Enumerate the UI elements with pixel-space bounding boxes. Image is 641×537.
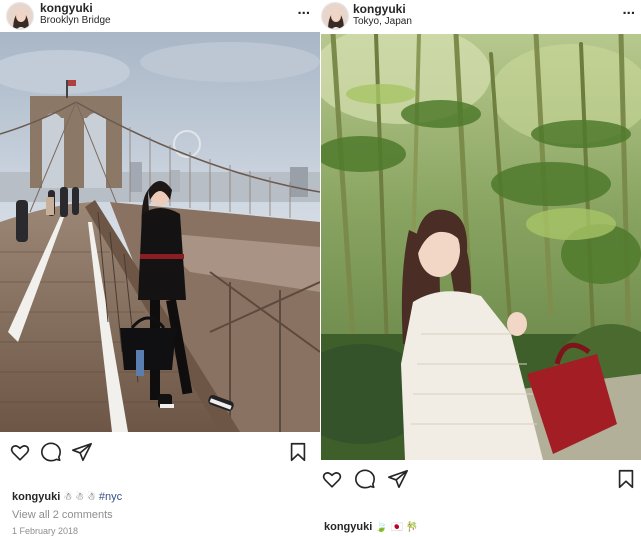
hashtag-link[interactable]: #nyc (99, 491, 122, 503)
location-link[interactable]: Tokyo, Japan (353, 16, 412, 27)
post-card: kongyuki Tokyo, Japan ... kongyuki 🍃 🇯🇵 … (321, 0, 641, 537)
caption: kongyuki ☃ ☃ ☃ #nyc (12, 491, 122, 503)
more-options-icon[interactable]: ... (622, 1, 635, 18)
caption: kongyuki 🍃 🇯🇵 🎋 (324, 521, 418, 533)
username[interactable]: kongyuki (40, 1, 93, 15)
comment-icon[interactable] (40, 441, 62, 463)
bookmark-icon[interactable] (615, 468, 637, 490)
heart-icon[interactable] (321, 468, 343, 490)
post-photo[interactable] (321, 34, 641, 460)
comment-icon[interactable] (354, 468, 376, 490)
post-header: kongyuki Tokyo, Japan ... (321, 0, 641, 36)
post-header: kongyuki Brooklyn Bridge ... (0, 0, 320, 36)
action-bar (321, 466, 641, 494)
post-card: kongyuki Brooklyn Bridge ... kongyuki ☃ … (0, 0, 320, 537)
caption-emojis: 🍃 🇯🇵 🎋 (375, 522, 419, 533)
caption-emojis: ☃ ☃ ☃ (63, 492, 96, 503)
avatar[interactable] (321, 2, 349, 30)
post-photo[interactable] (0, 32, 320, 432)
paper-plane-icon[interactable] (71, 441, 93, 463)
caption-username[interactable]: kongyuki (324, 521, 372, 533)
avatar[interactable] (6, 2, 34, 30)
heart-icon[interactable] (9, 441, 31, 463)
caption-username[interactable]: kongyuki (12, 491, 60, 503)
feed: kongyuki Brooklyn Bridge ... kongyuki ☃ … (0, 0, 641, 537)
bamboo-photo (321, 34, 641, 460)
username[interactable]: kongyuki (353, 2, 406, 16)
more-options-icon[interactable]: ... (297, 1, 310, 18)
view-comments-link[interactable]: View all 2 comments (12, 509, 113, 521)
bridge-photo (0, 32, 320, 432)
paper-plane-icon[interactable] (387, 468, 409, 490)
location-link[interactable]: Brooklyn Bridge (40, 15, 111, 26)
bookmark-icon[interactable] (287, 441, 309, 463)
action-bar (0, 439, 320, 467)
post-date: 1 February 2018 (12, 526, 79, 536)
